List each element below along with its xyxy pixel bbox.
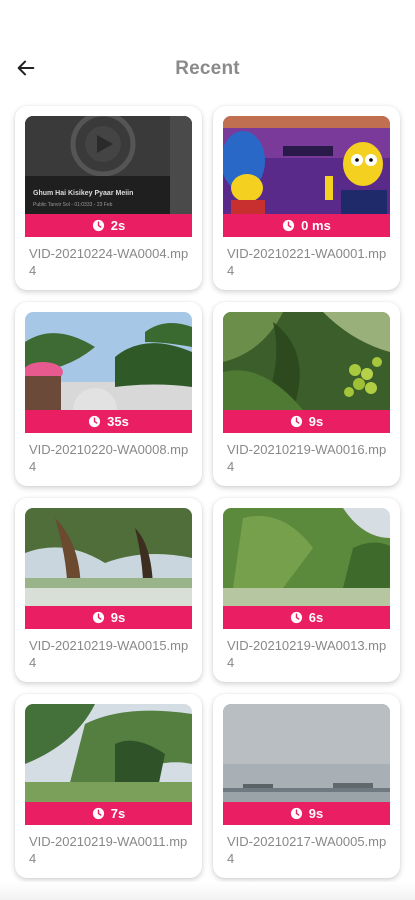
duration-label: 9s <box>110 610 126 625</box>
video-card[interactable]: 9s VID-20210219-WA0016.mp4 <box>213 302 400 486</box>
video-filename: VID-20210219-WA0016.mp4 <box>227 442 387 474</box>
clock-icon <box>89 415 101 428</box>
duration-label: 9s <box>308 806 324 821</box>
page-title: Recent <box>175 58 240 79</box>
thumbnail-subtitle: Public Tanvir Sol - 01:0333 - 23 Feb <box>33 202 113 208</box>
video-filename: VID-20210220-WA0008.mp4 <box>29 442 189 474</box>
video-thumbnail <box>25 704 192 802</box>
video-thumbnail <box>25 508 192 606</box>
duration-bar: 2s <box>25 214 192 237</box>
bottom-edge <box>0 882 415 900</box>
clock-icon <box>92 219 104 232</box>
video-filename: VID-20210219-WA0011.mp4 <box>29 834 188 866</box>
video-card[interactable]: 9s VID-20210219-WA0015.mp4 <box>15 498 202 682</box>
duration-label: 7s <box>110 806 126 821</box>
duration-label: 0 ms <box>301 218 331 233</box>
app-header: Recent <box>0 40 415 96</box>
video-thumbnail: Ghum Hai Kisikey Pyaar Meiin Public Tanv… <box>25 116 192 214</box>
video-card[interactable]: 9s VID-20210217-WA0005.mp4 <box>213 694 400 878</box>
duration-bar: 7s <box>25 802 192 825</box>
duration-label: 9s <box>308 414 324 429</box>
video-thumbnail <box>223 508 390 606</box>
video-thumbnail <box>223 704 390 802</box>
video-card[interactable]: 7s VID-20210219-WA0011.mp4 <box>15 694 202 878</box>
clock-icon <box>290 611 302 624</box>
duration-label: 35s <box>107 414 129 429</box>
clock-icon <box>290 415 302 428</box>
video-thumbnail <box>223 116 390 214</box>
video-thumbnail <box>223 312 390 410</box>
duration-bar: 9s <box>25 606 192 629</box>
video-filename: VID-20210219-WA0013.mp4 <box>227 638 387 670</box>
thumbnail-title: Ghum Hai Kisikey Pyaar Meiin <box>33 190 134 197</box>
video-filename: VID-20210217-WA0005.mp4 <box>227 834 387 866</box>
clock-icon <box>290 807 302 820</box>
duration-label: 2s <box>110 218 126 233</box>
video-filename: VID-20210221-WA0001.mp4 <box>227 246 387 278</box>
duration-bar: 0 ms <box>223 214 390 237</box>
video-card[interactable]: 6s VID-20210219-WA0013.mp4 <box>213 498 400 682</box>
clock-icon <box>92 611 104 624</box>
duration-bar: 9s <box>223 410 390 433</box>
video-filename: VID-20210219-WA0015.mp4 <box>29 638 189 670</box>
duration-bar: 9s <box>223 802 390 825</box>
video-card[interactable]: 0 ms VID-20210221-WA0001.mp4 <box>213 106 400 290</box>
duration-bar: 6s <box>223 606 390 629</box>
video-card[interactable]: 35s VID-20210220-WA0008.mp4 <box>15 302 202 486</box>
video-thumbnail <box>25 312 192 410</box>
video-card[interactable]: Ghum Hai Kisikey Pyaar Meiin Public Tanv… <box>15 106 202 290</box>
duration-label: 6s <box>308 610 324 625</box>
clock-icon <box>283 219 295 232</box>
video-filename: VID-20210224-WA0004.mp4 <box>29 246 189 278</box>
duration-bar: 35s <box>25 410 192 433</box>
clock-icon <box>92 807 104 820</box>
